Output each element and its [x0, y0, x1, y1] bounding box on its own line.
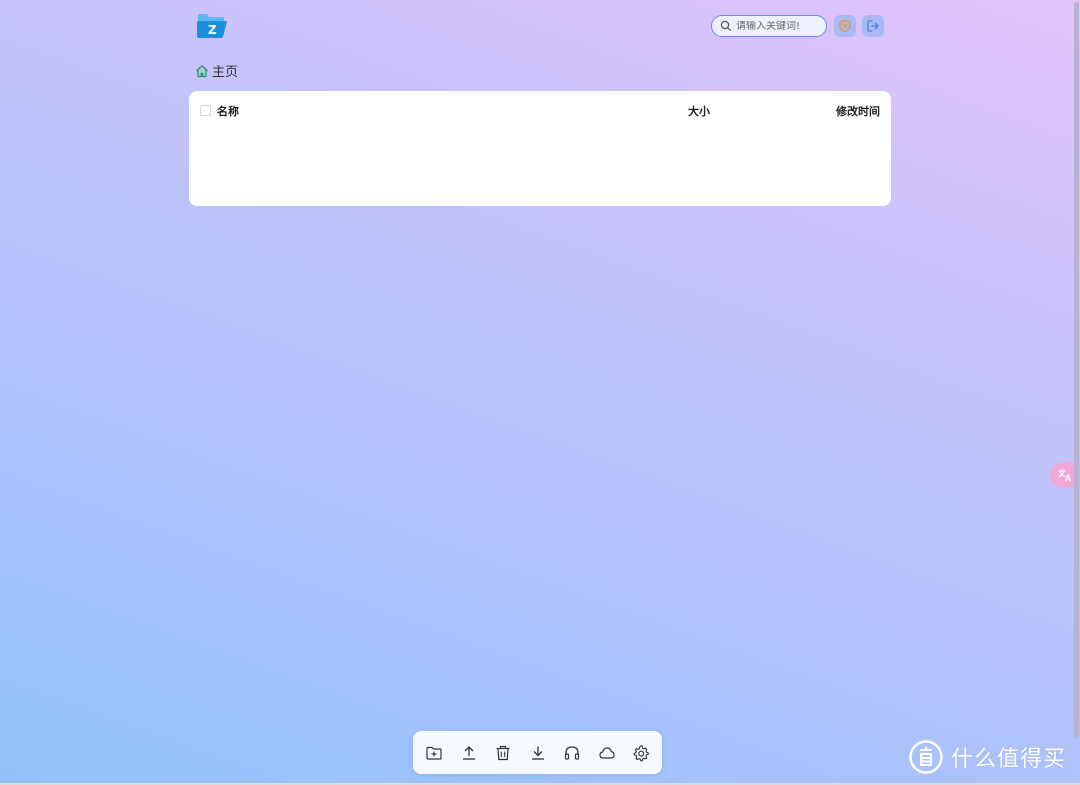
watermark-text: 什么值得买 [951, 747, 1067, 772]
cloud-button[interactable] [598, 744, 616, 762]
new-folder-button[interactable] [425, 744, 443, 762]
logout-icon [867, 20, 879, 32]
settings-button[interactable] [632, 744, 650, 762]
page-scrollbar[interactable] [1073, 0, 1080, 740]
download-icon [531, 746, 544, 760]
cloud-icon [598, 746, 615, 759]
delete-button[interactable] [494, 744, 512, 762]
column-header-name[interactable]: 名称 [217, 103, 239, 119]
headphones-icon [564, 745, 580, 760]
search-input[interactable] [736, 20, 824, 32]
new-folder-icon [426, 746, 442, 760]
settings-icon [633, 744, 649, 761]
select-all-checkbox[interactable] [200, 105, 211, 116]
breadcrumb-home-label[interactable]: 主页 [212, 61, 238, 80]
scrollbar-thumb[interactable] [1074, 2, 1079, 738]
delete-icon [496, 745, 510, 760]
bottom-toolbar [413, 731, 662, 774]
search-box[interactable] [711, 15, 827, 37]
watermark: 什么值得买 [909, 740, 1066, 774]
file-table: 名称 大小 修改时间 [189, 91, 891, 206]
upload-icon [462, 745, 475, 760]
logout-button[interactable] [862, 15, 884, 37]
shield-icon [839, 19, 851, 33]
home-icon[interactable] [195, 64, 209, 78]
security-button[interactable] [834, 15, 856, 37]
zhi-badge-icon [909, 740, 943, 774]
download-button[interactable] [529, 744, 547, 762]
app-logo[interactable]: Z [196, 12, 228, 40]
audio-button[interactable] [563, 744, 581, 762]
folder-z-logo-icon: Z [197, 14, 227, 38]
upload-button[interactable] [460, 744, 478, 762]
breadcrumb: 主页 [195, 61, 238, 80]
search-icon [720, 20, 732, 32]
table-header: 名称 大小 修改时间 [189, 91, 891, 129]
column-header-size[interactable]: 大小 [688, 103, 710, 119]
column-header-modified[interactable]: 修改时间 [836, 103, 880, 119]
logo-letter: Z [208, 23, 217, 37]
translate-icon [1058, 468, 1072, 482]
